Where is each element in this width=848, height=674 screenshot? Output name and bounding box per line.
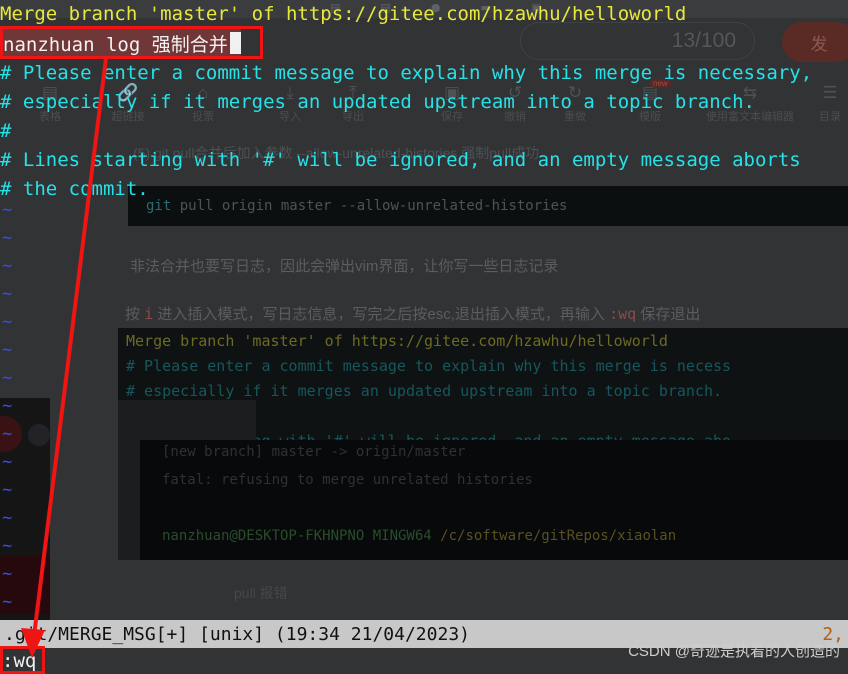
vim-tilde-1: ~	[2, 200, 13, 220]
vim-tilde-4: ~	[2, 284, 13, 304]
paragraph-2-part-c: 保存退出	[640, 306, 701, 323]
vim-comment-line-4: # Lines starting with '#' will be ignore…	[0, 149, 801, 171]
vim-commit-message-line[interactable]: nanzhuan log 强制合并	[0, 28, 241, 58]
terminal-prompt-user: nanzhuan@DESKTOP-FKHNPNO MINGW64	[162, 528, 432, 544]
paragraph-2-part-a: 按	[125, 306, 141, 323]
vim-command-line[interactable]: :wq	[2, 650, 36, 672]
vim-comment-line-2: # especially if it merges an updated ups…	[0, 91, 755, 113]
vim-tilde-15: ~	[2, 592, 13, 612]
toolbar-label-toc: 目录	[819, 111, 841, 123]
blog-paragraph-1: 非法合并也要写日志，因此会弹出vim界面，让你写一些日志记录	[130, 258, 559, 275]
vim-tilde-10: ~	[2, 452, 13, 472]
vim-tilde-5: ~	[2, 312, 13, 332]
vim-status-filename: .git/MERGE_MSG[+] [unix] (19:34 21/04/20…	[4, 623, 470, 645]
paragraph-2-part-b: 进入插入模式，写日志信息，写完之后按esc,退出插入模式，再输入	[157, 306, 605, 323]
vim-cursor	[229, 32, 241, 54]
terminal-line-prompt: nanzhuan@DESKTOP-FKHNPNO MINGW64 /c/soft…	[162, 528, 676, 544]
terminal-line-new-branch: [new branch] master -> origin/master	[162, 444, 466, 460]
watermark-text: CSDN @奇迹是执着的人创造的	[628, 643, 840, 660]
vim-tilde-3: ~	[2, 256, 13, 276]
vim-subject-line: Merge branch 'master' of https://gitee.c…	[0, 3, 687, 25]
vim-tilde-2: ~	[2, 228, 13, 248]
toc-icon: ☰	[822, 83, 838, 102]
vim-tilde-12: ~	[2, 508, 13, 528]
nested-line-comment-2: # especially if it merges an updated ups…	[126, 382, 723, 400]
vim-commit-message-text: nanzhuan log 强制合并	[3, 33, 228, 56]
blog-paragraph-2: 按 i 进入插入模式，写日志信息，写完之后按esc,退出插入模式，再输入 :wq…	[125, 303, 700, 324]
thumbnail-avatar	[28, 424, 50, 446]
vim-tilde-11: ~	[2, 480, 13, 500]
nested-line-comment-1: # Please enter a commit message to expla…	[126, 357, 732, 375]
nested-line-subject: Merge branch 'master' of https://gitee.c…	[126, 332, 668, 350]
vim-tilde-6: ~	[2, 340, 13, 360]
character-counter: 13/100	[520, 22, 755, 60]
publish-button[interactable]: 发	[782, 22, 848, 62]
vim-comment-line-3: #	[0, 120, 12, 142]
vim-tilde-7: ~	[2, 368, 13, 388]
code-block-git-pull: git pull origin master --allow-unrelated…	[128, 186, 848, 226]
vim-tilde-13: ~	[2, 536, 13, 556]
vim-tilde-9: ~	[2, 424, 13, 444]
code-keyword: git	[146, 198, 172, 214]
paragraph-2-code-i: i	[144, 305, 154, 323]
screenshot-root: ▤ ▤ ● ▬ ▣ 13/100 发 ▤ 表格 🔗 超链接 ⌂ 投票 ⤓ 导入 …	[0, 0, 848, 674]
vim-comment-line-1: # Please enter a commit message to expla…	[0, 62, 813, 84]
terminal-prompt-path: /c/software/gitRepos/xiaolan	[440, 528, 677, 544]
terminal-line-fatal: fatal: refusing to merge unrelated histo…	[162, 472, 533, 488]
toolbar-item-toc[interactable]: ☰ 目录	[790, 82, 848, 124]
nested-terminal-output: [new branch] master -> origin/master fat…	[140, 440, 848, 560]
vim-comment-line-5: # the commit.	[0, 178, 149, 200]
vim-tilde-14: ~	[2, 564, 13, 584]
code-rest: pull origin master --allow-unrelated-his…	[171, 198, 568, 214]
nested-screenshot-caption: pull 报错	[234, 585, 288, 601]
vim-tilde-8: ~	[2, 396, 13, 416]
paragraph-2-code-wq: :wq	[609, 305, 637, 323]
